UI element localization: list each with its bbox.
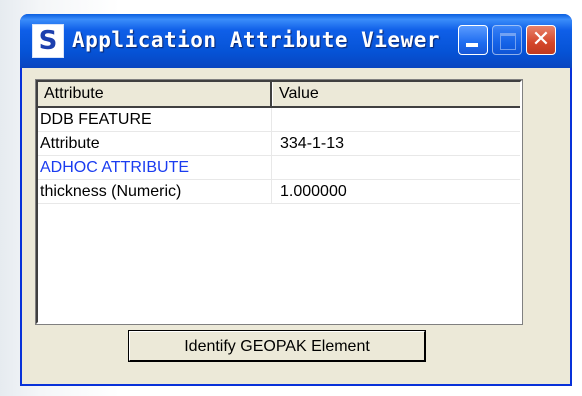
minimize-icon: [466, 43, 478, 47]
attribute-cell: ADHOC ATTRIBUTE: [38, 156, 272, 180]
table-row[interactable]: ADHOC ATTRIBUTE: [38, 156, 520, 180]
attribute-cell: thickness (Numeric): [38, 180, 272, 204]
window-title: Application Attribute Viewer: [72, 28, 441, 52]
table-row[interactable]: thickness (Numeric) 1.000000: [38, 180, 520, 204]
close-icon: ✕: [531, 27, 551, 52]
maximize-button: [492, 25, 522, 55]
table-row[interactable]: Attribute 334-1-13: [38, 132, 520, 156]
attribute-cell: Attribute: [38, 132, 272, 156]
table-header: Attribute Value: [38, 82, 520, 108]
maximize-icon: [500, 33, 516, 50]
minimize-button[interactable]: [458, 25, 488, 55]
column-header-attribute[interactable]: Attribute: [38, 82, 272, 106]
geopak-s-icon: S: [32, 24, 64, 58]
close-button[interactable]: ✕: [526, 25, 556, 55]
attribute-cell: DDB FEATURE: [38, 108, 272, 132]
identify-geopak-element-button[interactable]: Identify GEOPAK Element: [128, 330, 426, 362]
value-cell: 1.000000: [272, 180, 520, 204]
table-row[interactable]: DDB FEATURE: [38, 108, 520, 132]
title-bar[interactable]: S Application Attribute Viewer ✕: [20, 14, 572, 68]
value-cell: [272, 108, 520, 132]
attribute-table[interactable]: Attribute Value DDB FEATURE Attribute 33…: [35, 79, 523, 325]
value-cell: [272, 156, 520, 180]
column-header-value[interactable]: Value: [272, 82, 520, 106]
value-cell: 334-1-13: [272, 132, 520, 156]
